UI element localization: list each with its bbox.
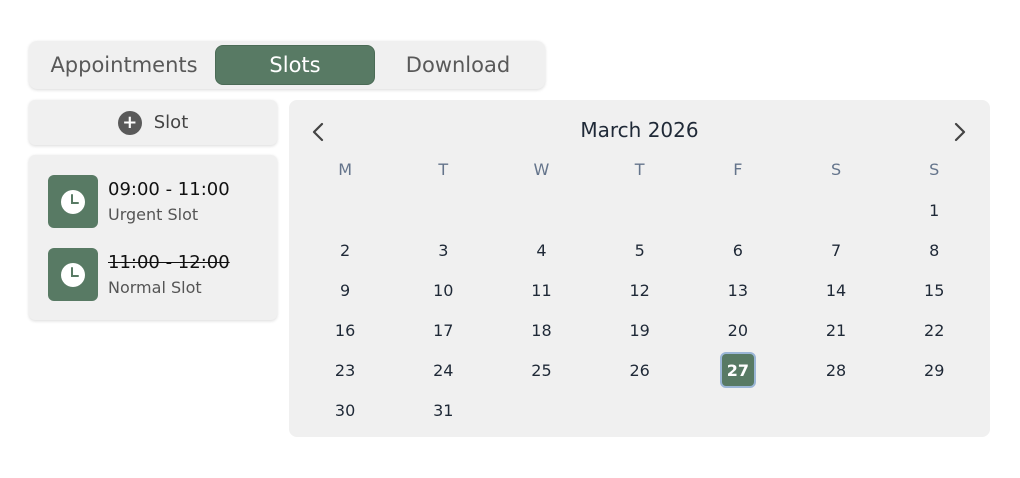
calendar-day[interactable]: 17: [394, 310, 492, 350]
calendar-day[interactable]: 20: [689, 310, 787, 350]
calendar-day-number: 9: [340, 280, 351, 300]
calendar-day[interactable]: 11: [492, 270, 590, 310]
calendar-days-grid: 1 2 3 4 5 6 7 8 9 10 11 12 13 14 15 16 17 18 19 20 21 22 23 24 2…: [296, 190, 984, 430]
calendar-day[interactable]: 25: [492, 350, 590, 390]
calendar-day-number: 27: [719, 352, 756, 388]
calendar-day[interactable]: 6: [689, 230, 787, 270]
calendar-day-number: 20: [727, 320, 749, 340]
plus-circle-icon: +: [117, 110, 142, 135]
calendar-empty-cell: [689, 190, 787, 230]
weekday-header: M T W T F S S: [296, 160, 984, 179]
calendar-day[interactable]: 12: [591, 270, 689, 310]
slot-type: Normal Slot: [108, 277, 202, 297]
add-slot-label: Slot: [153, 112, 189, 133]
calendar-day-number: 11: [531, 280, 552, 300]
calendar-day[interactable]: 8: [885, 230, 983, 270]
calendar-empty-cell: [394, 190, 492, 230]
calendar-month-title: March 2026: [580, 118, 699, 142]
calendar-empty-cell: [492, 190, 590, 230]
slot-time: 09:00 - 11:00: [108, 178, 230, 200]
calendar-day-number: 29: [924, 360, 945, 380]
chevron-right-icon[interactable]: [948, 120, 972, 144]
tab-appointments[interactable]: Appointments: [33, 45, 215, 85]
calendar-day-number: 15: [924, 280, 945, 300]
tab-download[interactable]: Download: [375, 45, 541, 85]
calendar-day-number: 14: [825, 280, 847, 300]
calendar-day[interactable]: 5: [591, 230, 689, 270]
calendar-day-number: 26: [629, 360, 650, 380]
weekday-label: S: [929, 160, 940, 179]
calendar-day[interactable]: 4: [492, 230, 590, 270]
slot-type: Urgent Slot: [108, 204, 199, 224]
calendar-day[interactable]: 14: [787, 270, 885, 310]
calendar-day-number: 2: [340, 240, 351, 260]
calendar-day[interactable]: 30: [296, 390, 394, 430]
slot-text: 11:00 - 12:00 Normal Slot: [108, 251, 230, 299]
calendar-day[interactable]: 16: [296, 310, 394, 350]
calendar-day[interactable]: 19: [591, 310, 689, 350]
calendar-day-number: 13: [727, 280, 749, 300]
slot-item[interactable]: 09:00 - 11:00 Urgent Slot: [48, 175, 230, 228]
calendar-empty-cell: [787, 190, 885, 230]
calendar-day-number: 8: [929, 240, 940, 260]
calendar-day-number: 22: [924, 320, 945, 340]
calendar-day-number: 19: [629, 320, 650, 340]
calendar-day[interactable]: 23: [296, 350, 394, 390]
calendar-day[interactable]: 7: [787, 230, 885, 270]
calendar-day-number: 6: [732, 240, 743, 260]
calendar-day[interactable]: 24: [394, 350, 492, 390]
view-tabs: Appointments Slots Download: [29, 41, 545, 89]
calendar-day[interactable]: 29: [885, 350, 983, 390]
calendar-day-number: 31: [433, 400, 454, 420]
calendar-day-number: 5: [634, 240, 645, 260]
calendar-day[interactable]: 1: [885, 190, 983, 230]
calendar-day[interactable]: 10: [394, 270, 492, 310]
calendar-day-number: 28: [825, 360, 847, 380]
add-slot-button[interactable]: + Slot: [29, 100, 277, 145]
weekday-label: T: [634, 160, 645, 179]
slot-list: 09:00 - 11:00 Urgent Slot 11:00 - 12:00 …: [29, 155, 277, 320]
calendar-empty-cell: [591, 190, 689, 230]
calendar-day-number: 10: [433, 280, 454, 300]
calendar: March 2026 M T W T F S S 1 2 3 4 5 6 7 8 9 10 11 12…: [289, 100, 990, 437]
calendar-day-number: 21: [825, 320, 847, 340]
calendar-day-number: 18: [531, 320, 552, 340]
calendar-day-number: 4: [536, 240, 547, 260]
calendar-empty-cell: [296, 190, 394, 230]
calendar-day-number: 24: [433, 360, 454, 380]
calendar-day[interactable]: 28: [787, 350, 885, 390]
calendar-day[interactable]: 22: [885, 310, 983, 350]
calendar-day-selected[interactable]: 27: [689, 350, 787, 390]
calendar-day[interactable]: 21: [787, 310, 885, 350]
clock-icon: [48, 175, 98, 228]
calendar-day[interactable]: 13: [689, 270, 787, 310]
calendar-day-number: 12: [629, 280, 650, 300]
calendar-day[interactable]: 9: [296, 270, 394, 310]
calendar-day[interactable]: 15: [885, 270, 983, 310]
calendar-day-number: 7: [830, 240, 842, 260]
calendar-day-number: 23: [334, 360, 356, 380]
calendar-day[interactable]: 26: [591, 350, 689, 390]
calendar-day-number: 16: [334, 320, 356, 340]
calendar-day[interactable]: 3: [394, 230, 492, 270]
calendar-day-number: 17: [433, 320, 454, 340]
slot-time: 11:00 - 12:00: [108, 251, 230, 273]
calendar-day[interactable]: 31: [394, 390, 492, 430]
calendar-day-number: 25: [531, 360, 552, 380]
clock-icon: [48, 248, 98, 301]
slot-item[interactable]: 11:00 - 12:00 Normal Slot: [48, 248, 230, 301]
calendar-day-number: 3: [438, 240, 449, 260]
calendar-day[interactable]: 18: [492, 310, 590, 350]
weekday-label: W: [533, 160, 550, 179]
slot-text: 09:00 - 11:00 Urgent Slot: [108, 178, 230, 226]
calendar-day-number: 30: [334, 400, 356, 420]
calendar-day[interactable]: 2: [296, 230, 394, 270]
calendar-day-number: 1: [929, 200, 940, 220]
weekday-label: M: [338, 160, 352, 179]
weekday-label: S: [830, 160, 842, 179]
weekday-label: T: [438, 160, 449, 179]
tab-slots[interactable]: Slots: [215, 45, 375, 85]
weekday-label: F: [733, 160, 743, 179]
